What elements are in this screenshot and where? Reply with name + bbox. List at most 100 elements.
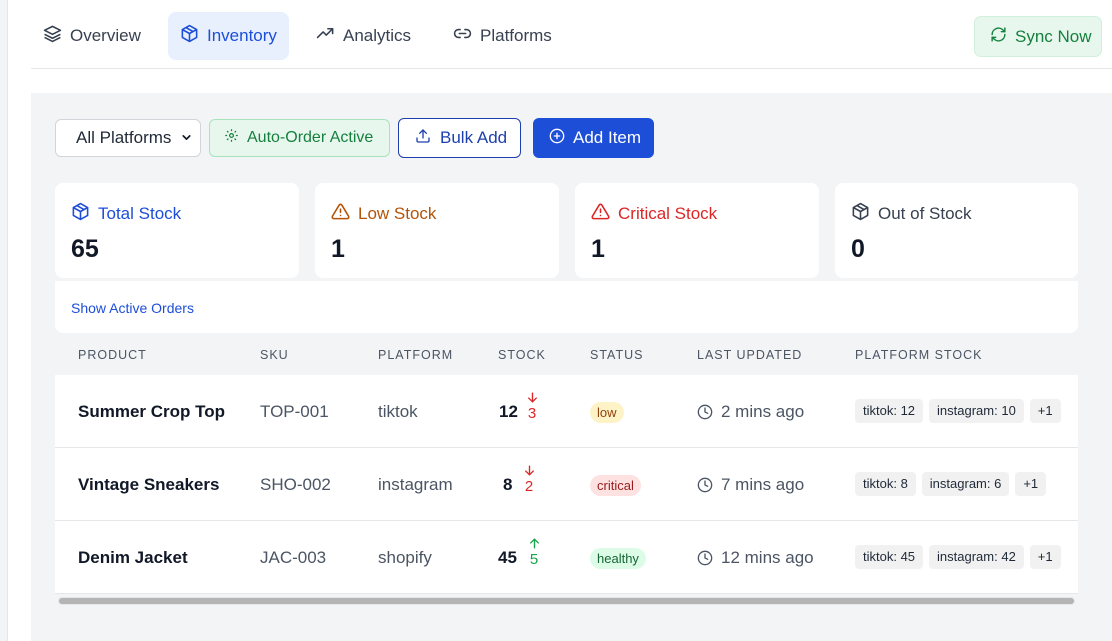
tab-overview[interactable]: Overview: [31, 12, 155, 60]
stock-trend: 5: [526, 537, 542, 568]
table-row[interactable]: Vintage Sneakers SHO-002 instagram 8 2 c…: [55, 448, 1078, 521]
tab-platforms[interactable]: Platforms: [441, 12, 581, 60]
sync-now-label: Sync Now: [1015, 26, 1092, 46]
stock-change: 5: [529, 551, 539, 568]
bulk-add-button[interactable]: Bulk Add: [398, 118, 521, 158]
alert-triangle-icon: [591, 202, 610, 226]
product-name: Denim Jacket: [78, 548, 188, 567]
total-stock-label: Total Stock: [98, 204, 182, 223]
stock-count: 45: [498, 548, 517, 567]
product-name: Vintage Sneakers: [78, 475, 220, 494]
show-active-orders-link[interactable]: Show Active Orders: [71, 300, 194, 316]
last-updated-text: 12 mins ago: [721, 548, 814, 567]
upload-icon: [415, 128, 431, 149]
auto-order-toggle[interactable]: Auto-Order Active: [209, 119, 390, 157]
platform: instagram: [378, 475, 453, 494]
product-name: Summer Crop Top: [78, 402, 226, 421]
clock-icon: [697, 477, 713, 493]
platform-stock-chip: tiktok: 45: [855, 545, 924, 569]
link-icon: [453, 24, 472, 48]
status-badge: critical: [590, 475, 641, 496]
trending-up-icon: [316, 24, 335, 48]
platform-stock-chips: tiktok: 12 instagram: 10 +1: [855, 399, 1061, 423]
bulk-add-label: Bulk Add: [440, 128, 508, 147]
low-stock-label: Low Stock: [358, 204, 437, 223]
out-of-stock-header: Out of Stock: [851, 202, 972, 226]
table-row[interactable]: Summer Crop Top TOP-001 tiktok 12 3 low …: [55, 375, 1078, 448]
last-updated-text: 2 mins ago: [721, 402, 805, 421]
total-stock-header: Total Stock: [71, 202, 181, 226]
last-updated: 12 mins ago: [697, 548, 814, 568]
sync-now-button[interactable]: Sync Now: [974, 16, 1102, 57]
stock-trend: 2: [521, 464, 537, 495]
critical-stock-card: Critical Stock 1: [575, 183, 819, 278]
stock-change: 2: [524, 478, 534, 495]
stock-change: 3: [527, 405, 537, 422]
platform-stock-chip: tiktok: 8: [855, 472, 916, 496]
last-updated: 7 mins ago: [697, 475, 804, 495]
status-badge: healthy: [590, 548, 646, 569]
status-badge: low: [590, 402, 624, 423]
platform-stock-chip: instagram: 6: [921, 472, 1010, 496]
low-stock-card: Low Stock 1: [315, 183, 559, 278]
platform: tiktok: [378, 402, 418, 421]
critical-stock-value: 1: [591, 235, 605, 263]
table-header: PRODUCT SKU PLATFORM STOCK STATUS LAST U…: [55, 333, 1078, 375]
last-updated-text: 7 mins ago: [721, 475, 805, 494]
header-product: PRODUCT: [78, 348, 147, 362]
package-icon: [180, 24, 199, 48]
active-orders-bar: Show Active Orders: [55, 281, 1078, 333]
plus-circle-icon: [549, 128, 565, 149]
platform-filter-select[interactable]: All Platforms: [55, 119, 201, 157]
arrow-down-icon: [524, 465, 534, 476]
tab-analytics[interactable]: Analytics: [304, 12, 428, 60]
stock-trend: 3: [524, 391, 540, 422]
arrow-down-icon: [527, 392, 537, 403]
sku: TOP-001: [260, 402, 329, 421]
critical-stock-label: Critical Stock: [618, 204, 718, 223]
total-stock-card: Total Stock 65: [55, 183, 299, 278]
low-stock-header: Low Stock: [331, 202, 436, 226]
tab-inventory[interactable]: Inventory: [168, 12, 289, 60]
last-updated: 2 mins ago: [697, 402, 804, 422]
platform-stock-chip: tiktok: 12: [855, 399, 924, 423]
header-stock: STOCK: [498, 348, 546, 362]
more-platforms-chip[interactable]: +1: [1015, 472, 1047, 496]
box-icon: [851, 202, 870, 226]
out-of-stock-card: Out of Stock 0: [835, 183, 1078, 278]
tab-platforms-label: Platforms: [480, 26, 552, 45]
total-stock-value: 65: [71, 235, 99, 263]
inventory-panel: All Platforms Auto-Order Active Bulk Add…: [31, 93, 1112, 641]
stock-count: 12: [499, 402, 518, 421]
tab-analytics-label: Analytics: [343, 26, 412, 45]
gear-icon: [224, 128, 239, 148]
critical-stock-header: Critical Stock: [591, 202, 717, 226]
refresh-icon: [990, 26, 1007, 48]
horizontal-scrollbar[interactable]: [58, 597, 1075, 605]
platform: shopify: [378, 548, 432, 567]
header-status: STATUS: [590, 348, 644, 362]
more-platforms-chip[interactable]: +1: [1029, 399, 1061, 423]
scrollbar-thumb[interactable]: [59, 598, 1074, 604]
add-item-label: Add Item: [573, 128, 642, 147]
platform-stock-chips: tiktok: 8 instagram: 6 +1: [855, 472, 1047, 496]
sku: SHO-002: [260, 475, 331, 494]
package-icon: [71, 202, 90, 226]
top-nav: Overview Inventory Analytics Platforms S…: [31, 0, 1112, 69]
header-last-updated: LAST UPDATED: [697, 348, 803, 362]
layers-icon: [43, 24, 62, 48]
table-row[interactable]: Denim Jacket JAC-003 shopify 45 5 health…: [55, 521, 1078, 594]
tab-inventory-label: Inventory: [207, 26, 277, 45]
more-platforms-chip[interactable]: +1: [1029, 545, 1061, 569]
platform-filter-value: All Platforms: [76, 128, 172, 147]
clock-icon: [697, 404, 713, 420]
platform-stock-chips: tiktok: 45 instagram: 42 +1: [855, 545, 1061, 569]
add-item-button[interactable]: Add Item: [533, 118, 654, 158]
clock-icon: [697, 550, 713, 566]
sku: JAC-003: [260, 548, 327, 567]
stock-count: 8: [503, 475, 513, 494]
header-platform: PLATFORM: [378, 348, 454, 362]
out-of-stock-label: Out of Stock: [878, 204, 972, 223]
out-of-stock-value: 0: [851, 235, 865, 263]
header-sku: SKU: [260, 348, 289, 362]
